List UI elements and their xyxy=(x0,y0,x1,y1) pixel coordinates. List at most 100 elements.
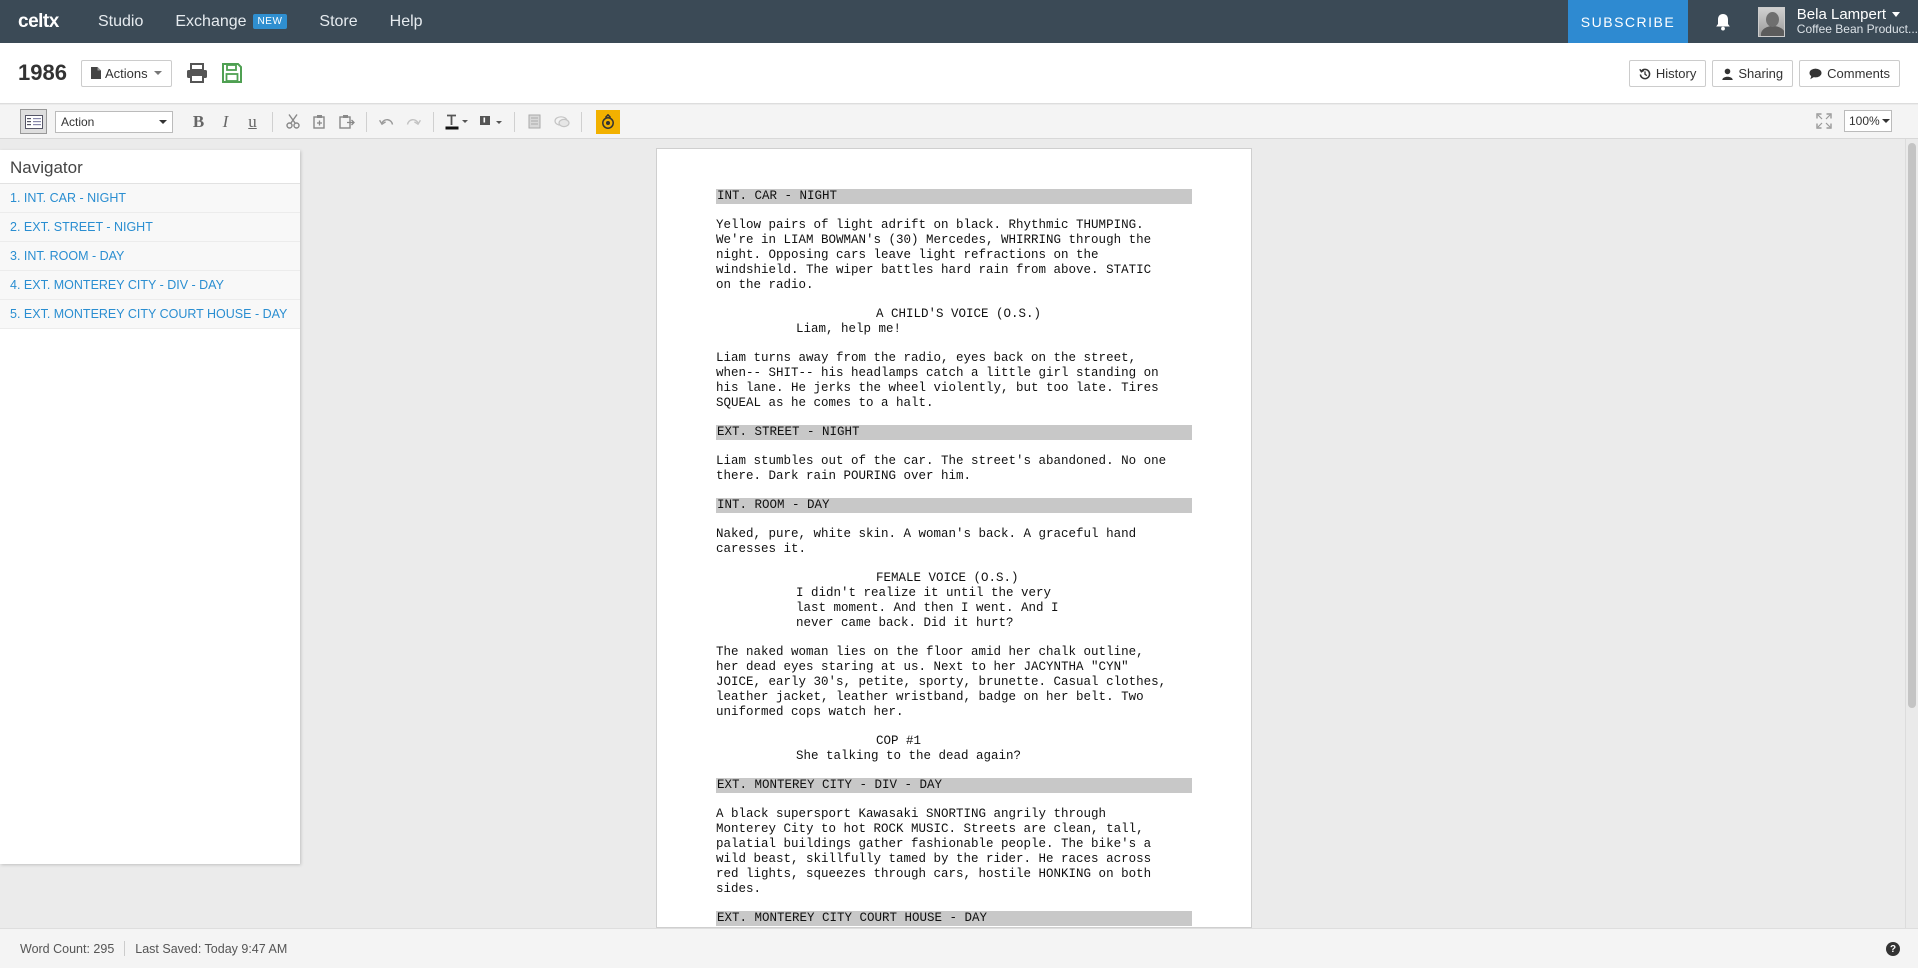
avatar xyxy=(1758,6,1785,37)
dialogue-block[interactable]: Liam, help me! xyxy=(716,322,1192,337)
word-count: Word Count: 295 xyxy=(20,941,115,956)
comment-icon xyxy=(1809,68,1822,79)
script-editor[interactable]: INT. CAR - NIGHT Yellow pairs of light a… xyxy=(716,189,1192,927)
navigator-scene-2[interactable]: 2. EXT. STREET - NIGHT xyxy=(0,213,300,242)
comments-button[interactable]: Comments xyxy=(1799,60,1900,87)
sharing-label: Sharing xyxy=(1738,66,1784,81)
nav-right: SUBSCRIBE Bela Lampert Coffee Bean Produ… xyxy=(1568,0,1918,43)
view-controls: 100% xyxy=(1816,110,1892,132)
chevron-down-icon xyxy=(159,119,167,124)
comment-icon xyxy=(553,115,570,127)
nav-exchange[interactable]: Exchange NEW xyxy=(175,12,288,31)
scene-heading[interactable]: INT. ROOM - DAY xyxy=(716,498,1192,513)
character-name[interactable]: FEMALE VOICE (O.S.) xyxy=(716,571,1192,586)
document-title[interactable]: 1986 xyxy=(18,60,67,86)
subscribe-button[interactable]: SUBSCRIBE xyxy=(1568,0,1688,43)
save-button[interactable] xyxy=(221,63,242,83)
highlight-color-button[interactable] xyxy=(474,110,508,134)
help-icon[interactable]: ? xyxy=(1886,942,1900,956)
paste-button[interactable] xyxy=(333,110,360,134)
text-style-group: B I u xyxy=(185,109,620,134)
copy-button[interactable] xyxy=(306,110,333,134)
notes-button[interactable] xyxy=(521,110,548,134)
highlight-color-icon xyxy=(480,115,502,125)
fullscreen-icon xyxy=(1816,113,1832,129)
navigator-title: Navigator xyxy=(0,150,300,184)
print-button[interactable] xyxy=(186,63,208,83)
chevron-down-icon xyxy=(1892,12,1901,18)
undo-button[interactable] xyxy=(373,110,400,134)
action-block[interactable]: Liam turns away from the radio, eyes bac… xyxy=(716,351,1192,411)
sharing-button[interactable]: Sharing xyxy=(1712,60,1794,87)
comments-label: Comments xyxy=(1827,66,1890,81)
zoom-value: 100% xyxy=(1849,114,1880,128)
cut-button[interactable] xyxy=(279,110,306,134)
underline-button[interactable]: u xyxy=(239,110,266,134)
history-button[interactable]: History xyxy=(1628,60,1707,87)
last-saved: Last Saved: Today 9:47 AM xyxy=(135,941,288,956)
nav-help-label: Help xyxy=(389,12,423,30)
action-block[interactable]: Liam stumbles out of the car. The street… xyxy=(716,454,1192,484)
action-block[interactable]: Yellow pairs of light adrift on black. R… xyxy=(716,218,1192,293)
scrollbar-thumb[interactable] xyxy=(1908,143,1916,708)
redo-button[interactable] xyxy=(400,110,427,134)
copy-icon xyxy=(312,115,325,129)
fullscreen-button[interactable] xyxy=(1816,113,1832,129)
user-text: Bela Lampert Coffee Bean Product... xyxy=(1797,7,1918,37)
nav-help[interactable]: Help xyxy=(390,13,423,31)
action-block[interactable]: Naked, pure, white skin. A woman's back.… xyxy=(716,527,1192,557)
scissors-icon xyxy=(285,114,300,129)
navigator-panel: Navigator 1. INT. CAR - NIGHT 2. EXT. ST… xyxy=(0,150,300,864)
history-icon xyxy=(1639,68,1651,79)
tag-items-button[interactable] xyxy=(596,109,620,134)
scene-heading[interactable]: EXT. STREET - NIGHT xyxy=(716,425,1192,440)
add-comment-button[interactable] xyxy=(548,110,575,134)
divider xyxy=(272,111,273,132)
bold-button[interactable]: B xyxy=(185,110,212,134)
user-icon xyxy=(1722,68,1734,80)
print-icon xyxy=(186,63,207,83)
user-org: Coffee Bean Product... xyxy=(1796,21,1918,36)
italic-button[interactable]: I xyxy=(212,110,239,134)
document-actions: History Sharing Comments xyxy=(1628,60,1900,87)
divider xyxy=(581,111,582,132)
navigator-scene-3[interactable]: 3. INT. ROOM - DAY xyxy=(0,242,300,271)
toggle-navigator-button[interactable] xyxy=(20,109,47,134)
nav-exchange-label: Exchange xyxy=(175,12,247,30)
zoom-select[interactable]: 100% xyxy=(1844,110,1892,132)
celtx-logo[interactable]: celtx xyxy=(18,11,98,33)
user-name: Bela Lampert xyxy=(1796,5,1887,23)
divider xyxy=(514,111,515,132)
scene-heading[interactable]: EXT. MONTEREY CITY COURT HOUSE - DAY xyxy=(716,911,1192,926)
scene-heading[interactable]: EXT. MONTEREY CITY - DIV - DAY xyxy=(716,778,1192,793)
navigator-scene-5[interactable]: 5. EXT. MONTEREY CITY COURT HOUSE - DAY xyxy=(0,300,300,329)
redo-icon xyxy=(406,119,421,126)
new-badge: NEW xyxy=(252,14,288,29)
save-icon xyxy=(221,63,242,83)
character-name[interactable]: A CHILD'S VOICE (O.S.) xyxy=(716,307,1192,322)
actions-button[interactable]: Actions xyxy=(80,59,172,87)
element-type-select[interactable]: Action xyxy=(55,110,173,133)
chevron-down-icon xyxy=(1881,119,1890,123)
divider xyxy=(366,111,367,132)
sidebar-icon xyxy=(24,114,43,129)
action-block[interactable]: The naked woman lies on the floor amid h… xyxy=(716,645,1192,720)
dialogue-block[interactable]: She talking to the dead again? xyxy=(716,749,1192,764)
character-name[interactable]: COP #1 xyxy=(716,734,1192,749)
text-color-button[interactable] xyxy=(440,110,474,134)
bell-icon xyxy=(1716,13,1730,30)
nav-studio[interactable]: Studio xyxy=(98,13,143,31)
top-nav: celtx Studio Exchange NEW Store Help SUB… xyxy=(0,0,1918,43)
action-block[interactable]: A black supersport Kawasaki SNORTING ang… xyxy=(716,807,1192,897)
nav-store[interactable]: Store xyxy=(319,13,357,31)
notifications-button[interactable] xyxy=(1688,13,1758,31)
navigator-scene-1[interactable]: 1. INT. CAR - NIGHT xyxy=(0,184,300,213)
navigator-scene-4[interactable]: 4. EXT. MONTEREY CITY - DIV - DAY xyxy=(0,271,300,300)
user-menu[interactable]: Bela Lampert Coffee Bean Product... xyxy=(1758,6,1918,37)
nav-studio-label: Studio xyxy=(98,12,144,30)
text-color-icon xyxy=(445,114,468,129)
editor-scrollbar[interactable] xyxy=(1905,139,1918,929)
scene-heading[interactable]: INT. CAR - NIGHT xyxy=(716,189,1192,204)
dialogue-block[interactable]: I didn't realize it until the very last … xyxy=(716,586,1192,631)
script-page[interactable]: INT. CAR - NIGHT Yellow pairs of light a… xyxy=(656,148,1252,928)
